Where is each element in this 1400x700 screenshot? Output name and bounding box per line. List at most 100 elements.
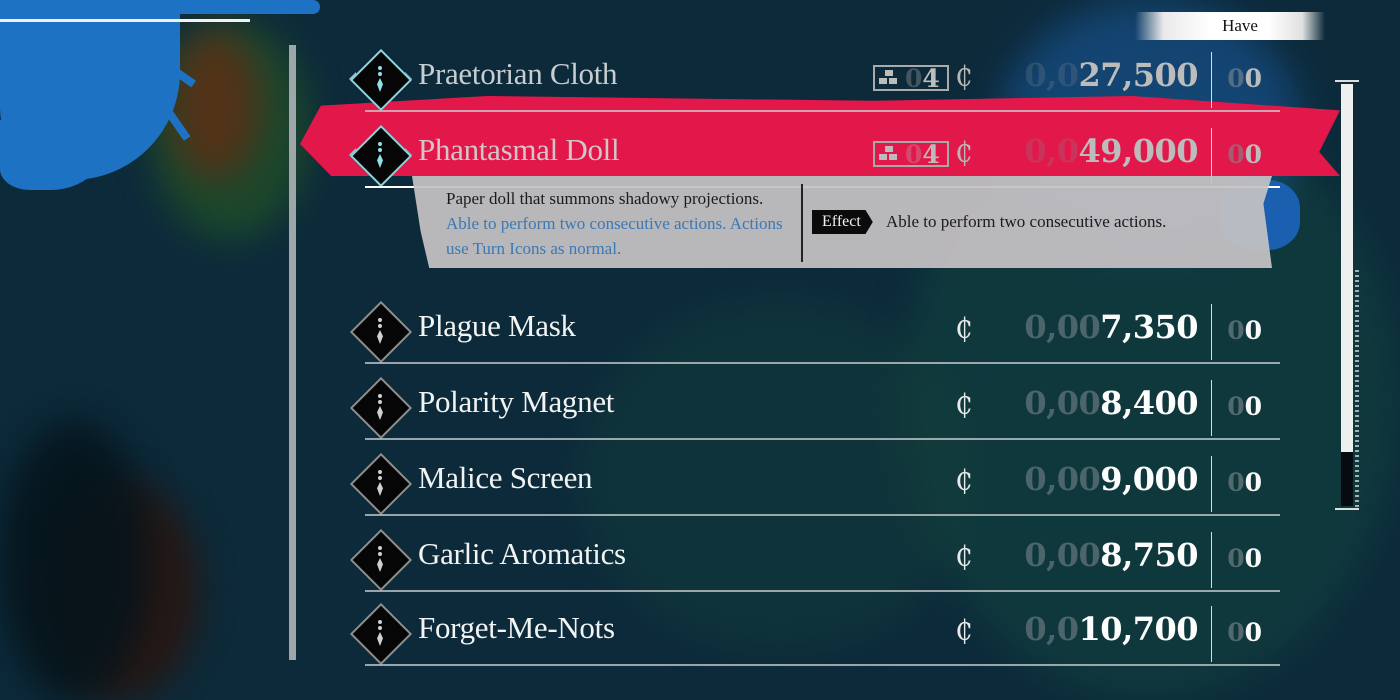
have-value: 0 (1244, 544, 1262, 573)
item-price: 0,027,500 (1024, 56, 1198, 94)
price-value: 10,700 (1078, 610, 1199, 648)
column-separator (1211, 456, 1212, 512)
charm-icon (377, 620, 383, 646)
item-row[interactable]: Polarity Magnet ₵ 0,008,400 00 (345, 370, 1280, 440)
list-left-rail (289, 45, 296, 660)
have-header-label: Have (1222, 16, 1258, 35)
item-price: 0,008,400 (1024, 384, 1198, 422)
item-row[interactable]: Garlic Aromatics ₵ 0,008,750 00 (345, 522, 1280, 592)
item-description-panel: Paper doll that summons shadowy projecti… (412, 176, 1272, 268)
scrollbar-cap-bottom (1335, 508, 1359, 510)
price-pad: 0,0 (1024, 56, 1079, 94)
column-separator (1211, 304, 1212, 360)
stack-icon (879, 70, 899, 86)
description-highlight: Able to perform two consecutive actions.… (446, 214, 783, 258)
scrollbar-track[interactable] (1341, 84, 1353, 506)
top-divider (0, 19, 250, 22)
price-value: 49,000 (1078, 132, 1199, 170)
row-underline (365, 438, 1280, 440)
item-name: Phantasmal Doll (418, 132, 620, 167)
item-have-count: 00 (1227, 392, 1262, 421)
have-value: 0 (1244, 392, 1262, 421)
currency-icon: ₵ (955, 312, 973, 345)
row-underline (365, 362, 1280, 364)
row-underline (365, 590, 1280, 592)
item-have-count: 00 (1227, 64, 1262, 93)
item-row[interactable]: Praetorian Cloth 04 ₵ 0,027,500 00 (345, 42, 1280, 112)
scrollbar[interactable] (1335, 80, 1359, 510)
description-divider (801, 184, 803, 262)
stack-icon (879, 146, 899, 162)
charm-icon (377, 142, 383, 168)
item-name: Malice Screen (418, 460, 593, 495)
have-pad: 0 (1227, 140, 1245, 169)
currency-icon: ₵ (955, 614, 973, 647)
item-name: Forget-Me-Nots (418, 610, 615, 645)
item-have-count: 00 (1227, 468, 1262, 497)
item-icon (349, 528, 413, 592)
tag-pad: 0 (905, 139, 923, 169)
item-price: 0,007,350 (1024, 308, 1198, 346)
price-pad: 0,0 (1024, 610, 1079, 648)
currency-icon: ₵ (955, 540, 973, 573)
item-cost-tag: 04 (873, 63, 949, 93)
item-name: Praetorian Cloth (418, 56, 618, 91)
row-underline (365, 110, 1280, 112)
have-value: 0 (1244, 316, 1262, 345)
price-value: 27,500 (1078, 56, 1199, 94)
price-pad: 0,00 (1024, 536, 1101, 574)
item-name: Polarity Magnet (418, 384, 615, 419)
item-name: Garlic Aromatics (418, 536, 626, 571)
item-name: Plague Mask (418, 308, 576, 343)
price-value: 8,400 (1100, 384, 1198, 422)
item-have-count: 00 (1227, 544, 1262, 573)
item-description: Paper doll that summons shadowy projecti… (446, 186, 796, 261)
item-row[interactable]: Plague Mask ₵ 0,007,350 00 (345, 294, 1280, 364)
have-pad: 0 (1227, 468, 1245, 497)
item-icon (349, 48, 413, 112)
item-cost-tag: 04 (873, 139, 949, 169)
have-value: 0 (1244, 64, 1262, 93)
have-pad: 0 (1227, 64, 1245, 93)
have-value: 0 (1244, 468, 1262, 497)
charm-icon (377, 470, 383, 496)
row-underline (365, 514, 1280, 516)
item-icon (349, 124, 413, 188)
effect-text: Able to perform two consecutive actions. (886, 212, 1167, 231)
column-separator (1211, 128, 1212, 184)
charm-icon (377, 66, 383, 92)
have-pad: 0 (1227, 618, 1245, 647)
column-separator (1211, 52, 1212, 108)
price-pad: 0,0 (1024, 132, 1079, 170)
have-value: 0 (1244, 140, 1262, 169)
column-separator (1211, 606, 1212, 662)
column-separator (1211, 532, 1212, 588)
scrollbar-ticks (1355, 270, 1359, 510)
price-value: 9,000 (1100, 460, 1198, 498)
scrollbar-cap-top (1335, 80, 1359, 82)
tag-pad: 0 (905, 63, 923, 93)
item-row[interactable]: Forget-Me-Nots ₵ 0,010,700 00 (345, 596, 1280, 666)
have-pad: 0 (1227, 544, 1245, 573)
item-have-count: 00 (1227, 316, 1262, 345)
tag-value: 4 (922, 139, 940, 169)
item-row[interactable]: Malice Screen ₵ 0,009,000 00 (345, 446, 1280, 516)
item-price: 0,009,000 (1024, 460, 1198, 498)
currency-icon: ₵ (955, 464, 973, 497)
item-icon (349, 300, 413, 364)
currency-icon: ₵ (955, 388, 973, 421)
price-pad: 0,00 (1024, 460, 1101, 498)
effect-label: Effect (812, 210, 873, 234)
description-text: Paper doll that summons shadowy projecti… (446, 189, 764, 208)
item-price: 0,008,750 (1024, 536, 1198, 574)
scrollbar-thumb[interactable] (1341, 452, 1353, 506)
item-price: 0,010,700 (1024, 610, 1198, 648)
item-have-count: 00 (1227, 140, 1262, 169)
item-have-count: 00 (1227, 618, 1262, 647)
charm-icon (377, 394, 383, 420)
currency-icon: ₵ (955, 60, 973, 93)
have-pad: 0 (1227, 316, 1245, 345)
price-value: 7,350 (1100, 308, 1198, 346)
item-price: 0,049,000 (1024, 132, 1198, 170)
price-pad: 0,00 (1024, 384, 1101, 422)
